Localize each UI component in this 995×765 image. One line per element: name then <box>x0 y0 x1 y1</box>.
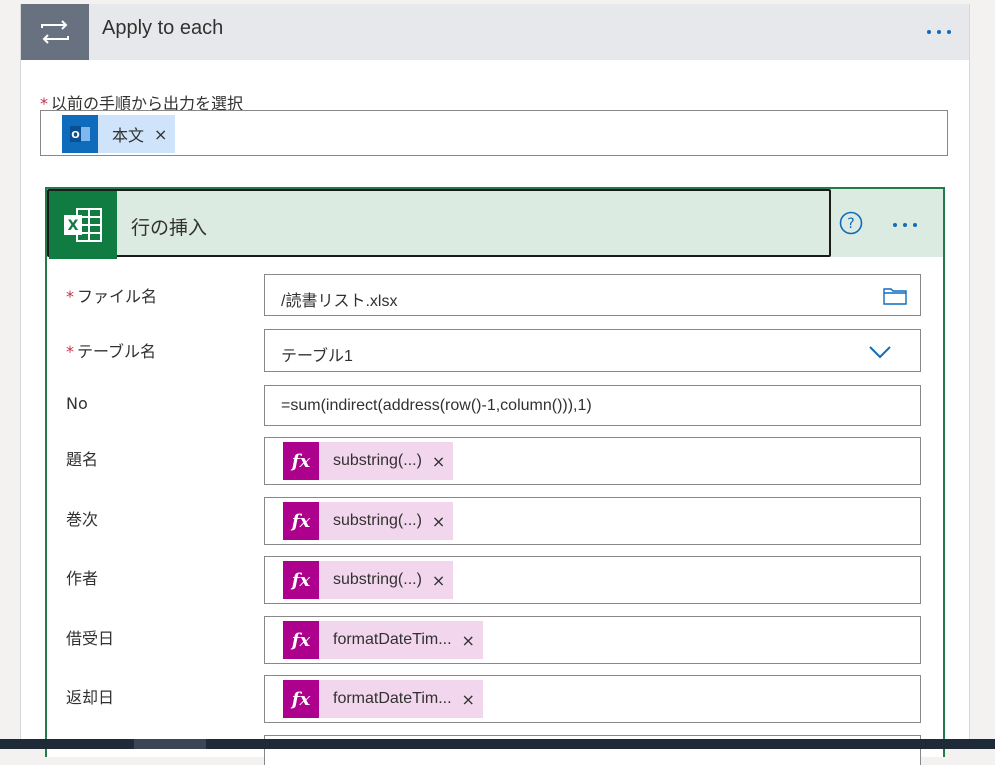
body-token-remove-button[interactable]: × <box>154 115 176 153</box>
select-output-input[interactable]: O 本文 × <box>40 110 948 156</box>
insert-row-header-selection[interactable]: X 行の挿入 <box>47 189 831 259</box>
return-date-label: 返却日 <box>66 688 115 707</box>
svg-text:?: ? <box>847 216 854 232</box>
excel-icon: X <box>49 191 117 259</box>
volume-input[interactable]: fx substring(...) × <box>264 497 921 545</box>
author-token-label: substring(...) <box>319 561 432 599</box>
title-token-label: substring(...) <box>319 442 432 480</box>
format-date-time-token[interactable]: fx formatDateTim... × <box>283 680 483 718</box>
body-token[interactable]: O 本文 × <box>62 115 176 153</box>
volume-label: 巻次 <box>66 510 99 529</box>
no-label: No <box>66 394 88 413</box>
title-label: 題名 <box>66 450 99 469</box>
borrow-date-label: 借受日 <box>66 629 115 648</box>
title-input[interactable]: fx substring(...) × <box>264 437 921 485</box>
insert-row-more-options-button[interactable] <box>893 223 917 227</box>
folder-icon[interactable] <box>883 287 907 305</box>
substring-token[interactable]: fx substring(...) × <box>283 442 454 480</box>
format-date-time-token[interactable]: fx formatDateTim... × <box>283 621 483 659</box>
borrow-date-input[interactable]: fx formatDateTim... × <box>264 616 921 664</box>
fx-icon: fx <box>283 442 319 480</box>
fx-icon: fx <box>283 502 319 540</box>
svg-text:X: X <box>68 218 79 234</box>
chevron-down-icon[interactable] <box>868 345 892 359</box>
file-name-input[interactable]: /読書リスト.xlsx <box>264 274 921 316</box>
taskbar <box>0 739 995 749</box>
table-name-value: テーブル1 <box>281 348 353 365</box>
apply-to-each-header[interactable]: Apply to each <box>21 4 969 60</box>
author-token-remove-button[interactable]: × <box>431 561 454 599</box>
volume-token-remove-button[interactable]: × <box>431 502 454 540</box>
table-name-dropdown[interactable]: テーブル1 <box>264 329 921 372</box>
return-date-token-remove-button[interactable]: × <box>461 680 483 718</box>
author-label: 作者 <box>66 569 99 588</box>
borrow-date-token-remove-button[interactable]: × <box>461 621 483 659</box>
apply-to-each-card: Apply to each * 以前の手順から出力を選択 O 本文 × X 行の… <box>20 4 970 765</box>
table-name-label: * テーブル名 <box>66 342 157 361</box>
outlook-icon: O <box>62 115 98 153</box>
file-name-label: * ファイル名 <box>66 287 158 306</box>
body-token-label: 本文 <box>98 115 155 153</box>
apply-to-each-title: Apply to each <box>102 17 224 39</box>
file-name-value: /読書リスト.xlsx <box>281 293 398 310</box>
insert-row-title: 行の挿入 <box>131 217 208 239</box>
fx-icon: fx <box>283 621 319 659</box>
substring-token[interactable]: fx substring(...) × <box>283 502 454 540</box>
fx-icon: fx <box>283 561 319 599</box>
title-token-remove-button[interactable]: × <box>431 442 454 480</box>
no-value: =sum(indirect(address(row()-1,column()))… <box>281 397 592 414</box>
fx-icon: fx <box>283 680 319 718</box>
help-icon[interactable]: ? <box>839 211 863 235</box>
taskbar-active-item[interactable] <box>134 739 206 749</box>
insert-row-header[interactable]: X 行の挿入 ? <box>47 189 943 259</box>
loop-more-options-button[interactable] <box>927 30 951 34</box>
substring-token[interactable]: fx substring(...) × <box>283 561 454 599</box>
volume-token-label: substring(...) <box>319 502 432 540</box>
return-date-token-label: formatDateTim... <box>319 680 462 718</box>
svg-text:O: O <box>71 130 80 141</box>
no-input[interactable]: =sum(indirect(address(row()-1,column()))… <box>264 385 921 426</box>
loop-icon <box>21 4 89 60</box>
borrow-date-token-label: formatDateTim... <box>319 621 462 659</box>
return-date-input[interactable]: fx formatDateTim... × <box>264 675 921 723</box>
insert-row-card: X 行の挿入 ? * ファイル名 /読書リスト.xlsx * テーブル名 テーブ… <box>45 187 945 765</box>
author-input[interactable]: fx substring(...) × <box>264 556 921 604</box>
